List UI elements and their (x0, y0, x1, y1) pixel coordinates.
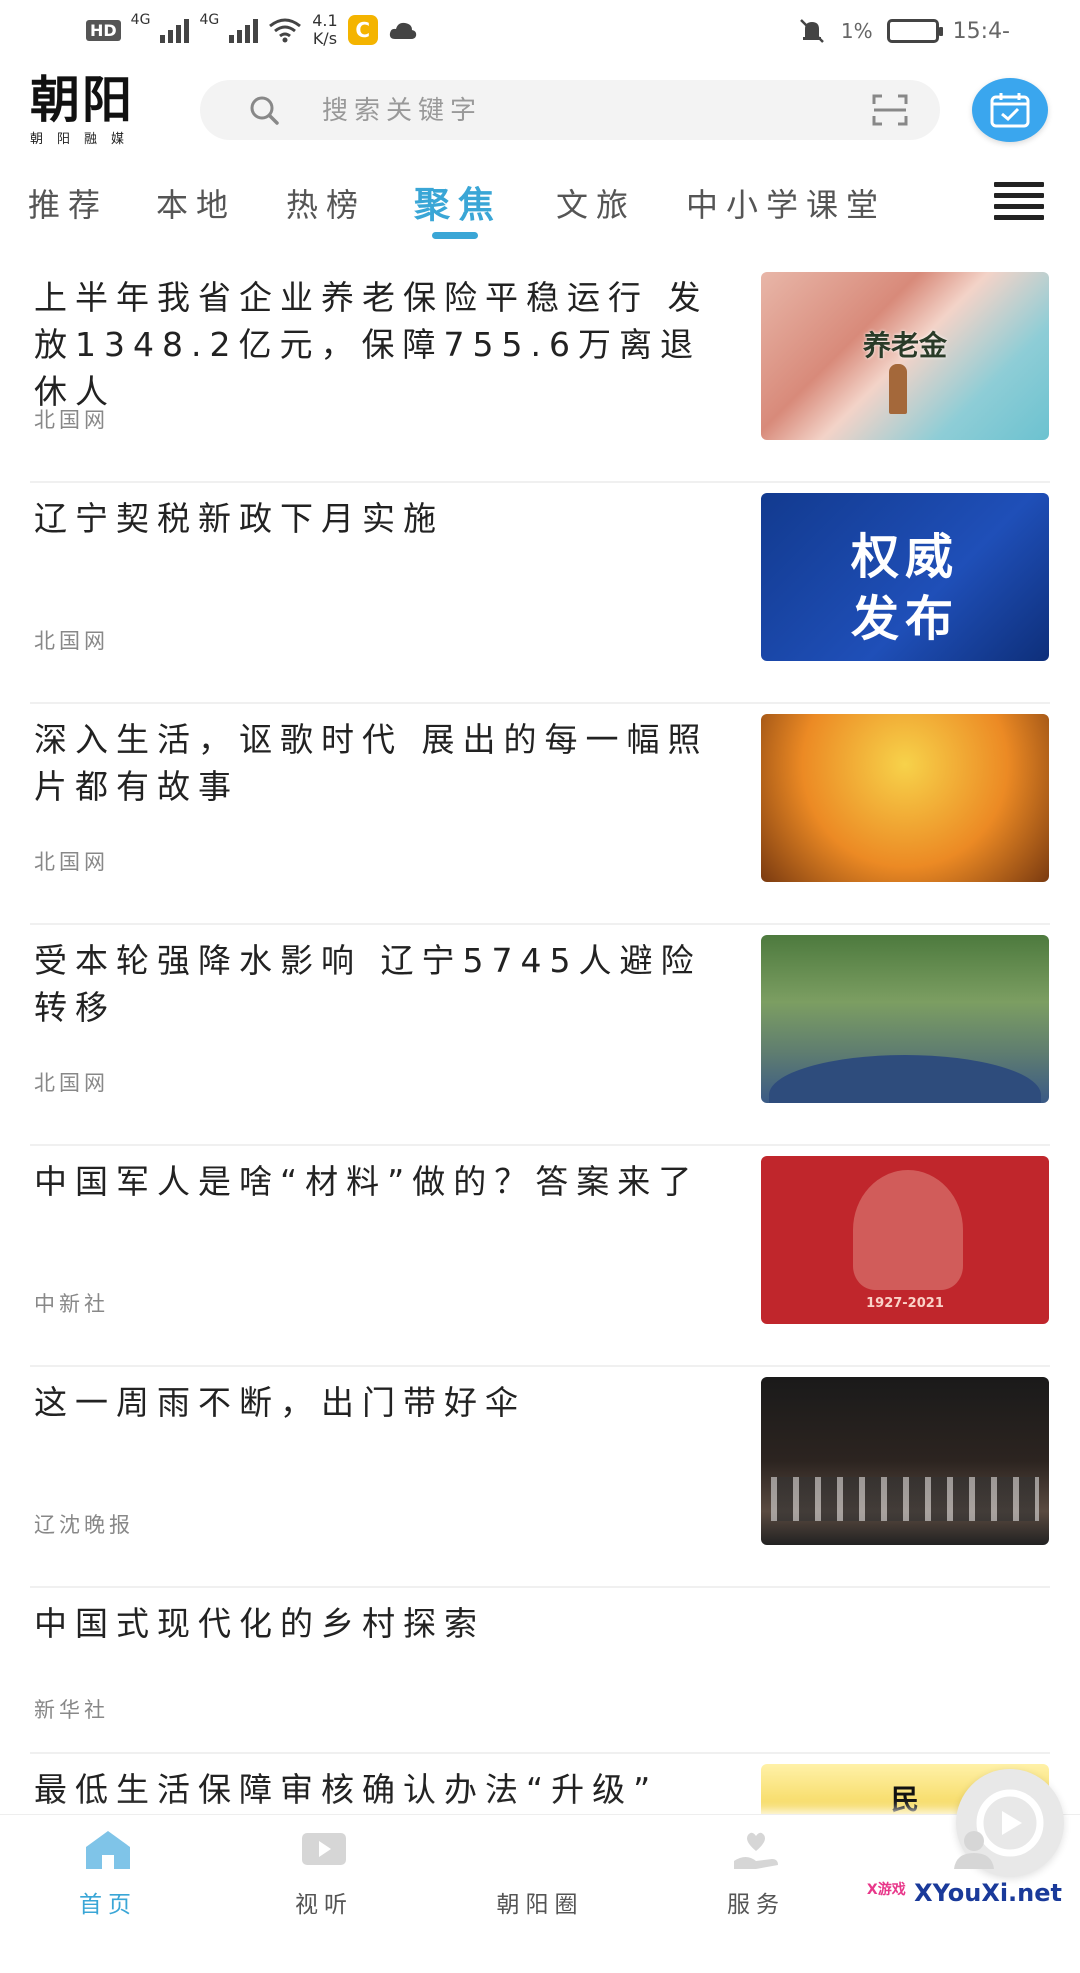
watermark-tag: X游戏 (866, 1882, 906, 1898)
tab-recommend[interactable]: 推荐 (28, 180, 108, 226)
battery-percent: 1% (840, 19, 873, 43)
news-source: 中新社 (34, 1292, 109, 1316)
signal-label-2: 4G (199, 12, 220, 28)
hd-badge: HD (86, 19, 121, 41)
net-speed-unit: K/s (312, 29, 338, 48)
news-item[interactable]: 中国式现代化的乡村探索 新华社 (30, 1588, 1050, 1754)
news-source: 北国网 (34, 1071, 109, 1095)
watermark-brand: XYouXi.net (914, 1879, 1062, 1907)
nav-service[interactable]: 服务 (686, 1815, 826, 1921)
news-source: 北国网 (34, 408, 109, 432)
cloud-icon (389, 22, 416, 39)
nav-home[interactable]: 首页 (38, 1815, 178, 1921)
news-title[interactable]: 辽宁契税新政下月实施 (34, 495, 734, 542)
news-thumbnail[interactable]: 养老金 (761, 272, 1049, 440)
nav-circle[interactable]: 朝阳圈 (470, 1769, 1064, 1921)
news-title[interactable]: 深入生活，讴歌时代 展出的每一幅照片都有故事 (34, 716, 734, 810)
category-tabs: 推荐 本地 热榜 聚焦 文旅 中小学课堂 (0, 170, 1080, 250)
active-tab-indicator (432, 232, 478, 239)
signal-icon-2 (229, 17, 259, 43)
news-item[interactable]: 辽宁契税新政下月实施 北国网 权威 发布 (30, 483, 1050, 704)
news-source: 辽沈晚报 (34, 1513, 134, 1537)
nav-label: 朝阳圈 (496, 1892, 584, 1918)
news-title[interactable]: 上半年我省企业养老保险平稳运行 发放1348.2亿元，保障755.6万离退休人 (34, 274, 734, 415)
search-input[interactable] (320, 80, 804, 142)
news-title[interactable]: 中国军人是啥“材料”做的？答案来了 (34, 1158, 734, 1205)
clock: 15:4- (952, 18, 1010, 44)
bottom-navigation: 首页 视听 朝阳圈 服务 X游戏 XYouXi.net (0, 1769, 1080, 1921)
signal-icon (160, 17, 190, 43)
tab-hot[interactable]: 热榜 (286, 180, 366, 226)
nav-label: 视听 (295, 1892, 353, 1918)
scan-icon[interactable] (872, 94, 908, 126)
video-icon (302, 1833, 346, 1865)
service-hand-heart-icon (734, 1832, 778, 1869)
app-notification-icon: C (347, 15, 378, 45)
app-logo[interactable]: 朝阳 朝阳融媒 (30, 70, 170, 148)
thumbnail-caption-line2: 发布 (850, 591, 959, 647)
news-list: 上半年我省企业养老保险平稳运行 发放1348.2亿元，保障755.6万离退休人 … (0, 262, 1080, 1973)
nav-label: 首页 (79, 1892, 137, 1918)
calendar-icon (990, 93, 1030, 128)
net-speed-value: 4.1 (312, 11, 338, 30)
mute-bell-icon (800, 19, 824, 43)
news-item[interactable]: 受本轮强降水影响 辽宁5745人避险转移 北国网 (30, 925, 1050, 1146)
channel-menu-icon[interactable] (994, 182, 1044, 222)
news-source: 北国网 (34, 850, 109, 874)
news-title[interactable]: 受本轮强降水影响 辽宁5745人避险转移 (34, 937, 734, 1031)
news-item[interactable]: 深入生活，讴歌时代 展出的每一幅照片都有故事 北国网 (30, 704, 1050, 925)
news-item[interactable]: 中国军人是啥“材料”做的？答案来了 中新社 1927-2021 (30, 1146, 1050, 1367)
status-left: HD 4G 4G 4.1 K/s C (86, 12, 418, 48)
tab-focus[interactable]: 聚焦 (414, 176, 502, 228)
signal-label-1: 4G (130, 12, 151, 28)
calendar-button[interactable] (972, 78, 1048, 142)
news-title[interactable]: 中国式现代化的乡村探索 (34, 1600, 734, 1647)
net-speed: 4.1 K/s (312, 12, 337, 48)
news-thumbnail[interactable] (761, 935, 1049, 1103)
thumbnail-caption-line1: 权威 (850, 529, 959, 585)
tab-school-class[interactable]: 中小学课堂 (686, 180, 886, 226)
home-icon (86, 1831, 130, 1869)
news-item[interactable]: 上半年我省企业养老保险平稳运行 发放1348.2亿元，保障755.6万离退休人 … (30, 262, 1050, 483)
tab-local[interactable]: 本地 (156, 180, 236, 226)
logo-title: 朝阳 (30, 70, 134, 129)
news-title[interactable]: 最低生活保障审核确认办法“升级” (34, 1766, 734, 1813)
news-title[interactable]: 这一周雨不断，出门带好伞 (34, 1379, 734, 1426)
nav-video[interactable]: 视听 (254, 1815, 394, 1921)
news-thumbnail[interactable] (761, 1377, 1049, 1545)
search-icon[interactable] (248, 94, 280, 126)
news-thumbnail[interactable] (761, 714, 1049, 882)
news-thumbnail[interactable]: 权威 发布 (761, 493, 1049, 661)
tab-culture-travel[interactable]: 文旅 (556, 180, 636, 226)
wifi-icon (269, 18, 302, 43)
status-bar: HD 4G 4G 4.1 K/s C 1% 15:4- (0, 0, 1080, 70)
status-right: 1% 15:4- (797, 16, 1010, 46)
news-thumbnail[interactable]: 1927-2021 (761, 1156, 1049, 1324)
battery-icon (886, 19, 943, 43)
thumbnail-caption: 养老金 (862, 329, 947, 362)
search-bar[interactable] (200, 80, 940, 142)
profile-icon (954, 1831, 994, 1869)
watermark: X游戏 XYouXi.net (867, 1879, 1062, 1907)
nav-label: 服务 (727, 1892, 785, 1918)
logo-subtitle: 朝阳融媒 (30, 132, 139, 147)
news-source: 新华社 (34, 1698, 109, 1722)
thumbnail-caption: 1927-2021 (866, 1296, 944, 1311)
news-source: 北国网 (34, 629, 109, 653)
news-item[interactable]: 这一周雨不断，出门带好伞 辽沈晚报 (30, 1367, 1050, 1588)
